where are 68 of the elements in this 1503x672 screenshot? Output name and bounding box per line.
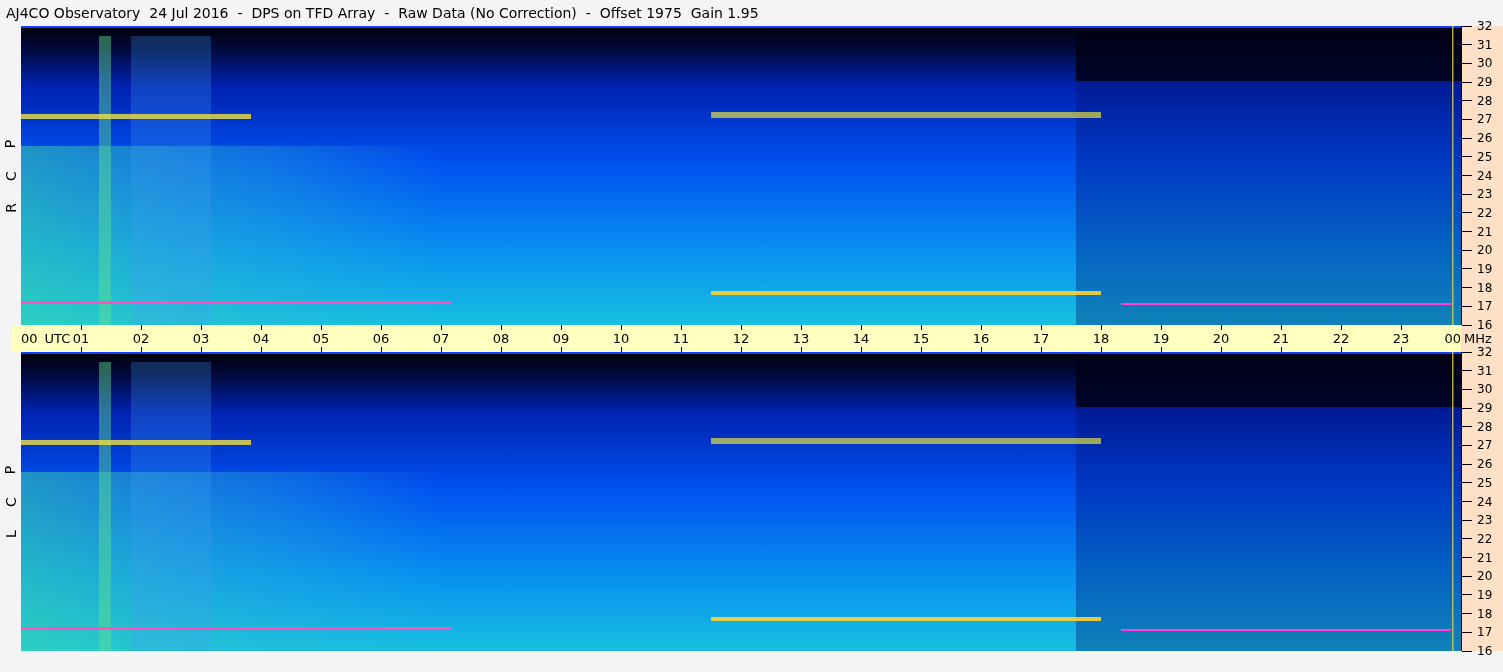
frequency-tick-label: 28 (1477, 93, 1493, 108)
end-hour-label: 00 (1444, 331, 1461, 346)
frequency-tick-label: 27 (1477, 112, 1493, 127)
polarization-label: P (3, 465, 18, 474)
hour-label: 15 (912, 331, 930, 346)
hour-label: 17 (1032, 331, 1050, 346)
frequency-tick-label: 19 (1477, 587, 1493, 602)
frequency-tick-label: 23 (1477, 187, 1493, 202)
start-hour-label: 00 (21, 331, 38, 346)
frequency-tick-label: 17 (1477, 299, 1493, 314)
hour-label: 22 (1332, 331, 1350, 346)
frequency-tick-label: 25 (1477, 149, 1493, 164)
frequency-tick-label: 17 (1477, 625, 1493, 640)
unit-label: MHz (1464, 331, 1492, 346)
frequency-tick-label: 16 (1477, 318, 1493, 332)
frequency-tick-label: 32 (1477, 19, 1493, 33)
frequency-tick-label: 26 (1477, 457, 1493, 472)
frequency-tick-label: 16 (1477, 644, 1493, 658)
polarization-label: L (3, 529, 18, 538)
frequency-tick-label: 18 (1477, 280, 1493, 295)
frequency-tick-label: 29 (1477, 401, 1493, 416)
hour-label: 01 (72, 331, 90, 346)
frequency-tick-label: 31 (1477, 363, 1493, 378)
frequency-tick-label: 20 (1477, 243, 1493, 258)
frequency-tick-label: 32 (1477, 345, 1493, 359)
hour-label: 07 (432, 331, 450, 346)
hour-label: 04 (252, 331, 270, 346)
hour-label: 11 (672, 331, 690, 346)
frequency-tick-label: 19 (1477, 261, 1493, 276)
hour-label: 16 (972, 331, 990, 346)
frequency-tick-label: 26 (1477, 131, 1493, 146)
hour-label: 10 (612, 331, 630, 346)
frequency-tick-label: 24 (1477, 168, 1493, 183)
polarization-label: R (3, 202, 18, 213)
hour-label: 23 (1392, 331, 1410, 346)
frequency-tick-label: 30 (1477, 56, 1493, 71)
frequency-tick-label: 22 (1477, 205, 1493, 220)
frequency-tick-label: 27 (1477, 438, 1493, 453)
hour-label: 13 (792, 331, 810, 346)
polarization-label: C (3, 170, 18, 181)
frequency-tick-label: 24 (1477, 494, 1493, 509)
hour-label: 05 (312, 331, 330, 346)
hour-label: 09 (552, 331, 570, 346)
frequency-tick-label: 23 (1477, 513, 1493, 528)
hour-label: 14 (852, 331, 870, 346)
hour-label: 06 (372, 331, 390, 346)
frequency-tick-label: 22 (1477, 531, 1493, 546)
frequency-tick-label: 21 (1477, 224, 1493, 239)
frequency-tick-label: 20 (1477, 569, 1493, 584)
frequency-tick-label: 29 (1477, 75, 1493, 90)
hour-label: 18 (1092, 331, 1110, 346)
polarization-label: C (3, 496, 18, 507)
hour-label: 08 (492, 331, 510, 346)
frequency-tick-label: 28 (1477, 419, 1493, 434)
polarization-label: P (3, 139, 18, 148)
hour-label: 03 (192, 331, 210, 346)
frequency-tick-label: 18 (1477, 606, 1493, 621)
chart-title: AJ4CO Observatory 24 Jul 2016 - DPS on TFD Array - Raw Data (No Correction) - Offset 1975 Gain 1.95 (6, 5, 759, 21)
frequency-tick-label: 25 (1477, 475, 1493, 490)
hour-label: 19 (1152, 331, 1170, 346)
frequency-tick-label: 21 (1477, 550, 1493, 565)
timezone-label: UTC (44, 331, 71, 346)
hour-label: 12 (732, 331, 750, 346)
frequency-tick-label: 31 (1477, 37, 1493, 52)
hour-label: 21 (1272, 331, 1290, 346)
frequency-tick-label: 30 (1477, 382, 1493, 397)
hour-label: 20 (1212, 331, 1230, 346)
hour-label: 02 (132, 331, 150, 346)
